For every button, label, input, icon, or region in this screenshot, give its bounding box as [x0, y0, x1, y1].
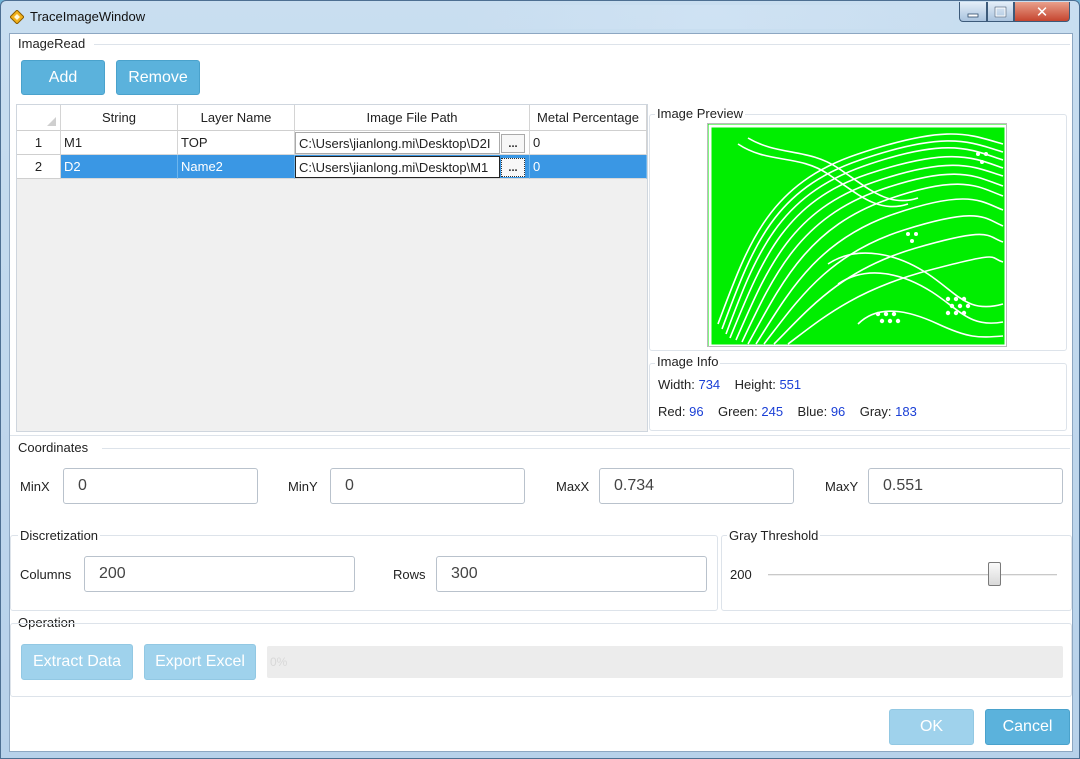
title-bar[interactable]: TraceImageWindow ✕ [1, 1, 1079, 33]
gray-threshold-group [721, 535, 1072, 611]
window-client-area: ImageRead Add Remove String Layer Name I… [9, 33, 1073, 752]
table-header: String Layer Name Image File Path Metal … [17, 105, 647, 131]
cell-string[interactable]: D2 [61, 155, 178, 179]
column-header-string[interactable]: String [61, 105, 178, 131]
cell-image-file-path: C:\Users\jianlong.mi\Desktop\D2I ... [295, 131, 530, 155]
coordinates-divider [102, 448, 1070, 449]
coordinates-label: Coordinates [18, 440, 89, 455]
row-header[interactable]: 2 [17, 155, 61, 179]
gray-threshold-slider-thumb[interactable] [988, 562, 1001, 586]
column-header-image-file-path[interactable]: Image File Path [295, 105, 530, 131]
extract-data-button[interactable]: Extract Data [21, 644, 133, 680]
ok-button[interactable]: OK [889, 709, 974, 745]
trace-image-window: TraceImageWindow ✕ ImageRead Add Remove … [0, 0, 1080, 759]
gray-threshold-value: 200 [730, 567, 752, 582]
height-label: Height: [734, 377, 776, 392]
cell-metal-percentage[interactable]: 0 [530, 131, 647, 155]
background-window-ghost [461, 5, 961, 29]
pcb-trace-image [708, 124, 1006, 346]
green-label: Green: [718, 404, 758, 419]
export-excel-button[interactable]: Export Excel [144, 644, 256, 680]
column-header-layer-name[interactable]: Layer Name [178, 105, 295, 131]
height-value: 551 [779, 377, 802, 392]
width-label: Width: [658, 377, 695, 392]
maxx-input[interactable]: 0.734 [599, 468, 794, 504]
image-read-divider [94, 44, 1070, 45]
browse-button[interactable]: ... [501, 158, 525, 177]
select-all-corner[interactable] [17, 105, 61, 131]
close-icon: ✕ [1035, 3, 1049, 21]
row-header[interactable]: 1 [17, 131, 61, 155]
extraction-progress-bar: 0% [267, 646, 1063, 678]
gray-threshold-slider-track[interactable] [768, 574, 1057, 576]
section-divider [10, 435, 1072, 436]
maxy-label: MaxY [825, 479, 859, 494]
columns-input[interactable]: 200 [84, 556, 355, 592]
image-info-label: Image Info [655, 354, 721, 369]
maxx-label: MaxX [556, 479, 590, 494]
cancel-button[interactable]: Cancel [985, 709, 1070, 745]
miny-label: MinY [288, 479, 318, 494]
rows-input[interactable]: 300 [436, 556, 707, 592]
gray-label: Gray: [859, 404, 892, 419]
minx-label: MinX [20, 479, 50, 494]
red-label: Red: [658, 404, 686, 419]
blue-value: 96 [830, 404, 846, 419]
image-preview-label: Image Preview [655, 106, 745, 121]
columns-label: Columns [20, 567, 72, 582]
miny-input[interactable]: 0 [330, 468, 525, 504]
cell-image-file-path: C:\Users\jianlong.mi\Desktop\M1 ... [295, 155, 530, 179]
gray-value: 183 [895, 404, 917, 419]
cell-metal-percentage[interactable]: 0 [530, 155, 647, 179]
cell-layer-name[interactable]: Name2 [178, 155, 295, 179]
width-value: 734 [698, 377, 721, 392]
minx-input[interactable]: 0 [63, 468, 258, 504]
maxy-input[interactable]: 0.551 [868, 468, 1063, 504]
progress-text: 0% [270, 655, 288, 669]
green-value: 245 [761, 404, 784, 419]
window-title: TraceImageWindow [30, 9, 146, 24]
image-read-table[interactable]: String Layer Name Image File Path Metal … [16, 104, 648, 432]
blue-label: Blue: [797, 404, 828, 419]
red-value: 96 [689, 404, 704, 419]
discretization-label: Discretization [18, 528, 101, 543]
path-field[interactable]: C:\Users\jianlong.mi\Desktop\M1 [295, 156, 500, 178]
column-header-metal-percentage[interactable]: Metal Percentage [530, 105, 647, 131]
maximize-icon [994, 6, 1007, 17]
cell-string[interactable]: M1 [61, 131, 178, 155]
add-button[interactable]: Add [21, 60, 105, 95]
image-read-label: ImageRead [18, 36, 86, 51]
close-button[interactable]: ✕ [1014, 2, 1070, 22]
rows-label: Rows [393, 567, 426, 582]
minimize-button[interactable] [959, 2, 987, 22]
image-preview [707, 123, 1007, 347]
gray-threshold-label: Gray Threshold [727, 528, 821, 543]
app-diamond-icon [10, 10, 24, 24]
browse-button[interactable]: ... [501, 134, 525, 153]
image-size-line: Width: 734 Height: 551 [658, 377, 801, 392]
path-field[interactable]: C:\Users\jianlong.mi\Desktop\D2I [295, 132, 500, 154]
minimize-icon [967, 13, 979, 17]
image-info-group [649, 363, 1067, 431]
remove-button[interactable]: Remove [116, 60, 200, 95]
table-row[interactable]: 1 M1 TOP C:\Users\jianlong.mi\Desktop\D2… [17, 131, 647, 155]
maximize-button[interactable] [987, 2, 1014, 22]
table-row[interactable]: 2 D2 Name2 C:\Users\jianlong.mi\Desktop\… [17, 155, 647, 179]
cell-layer-name[interactable]: TOP [178, 131, 295, 155]
image-color-line: Red: 96 Green: 245 Blue: 96 Gray: 183 [658, 404, 917, 419]
